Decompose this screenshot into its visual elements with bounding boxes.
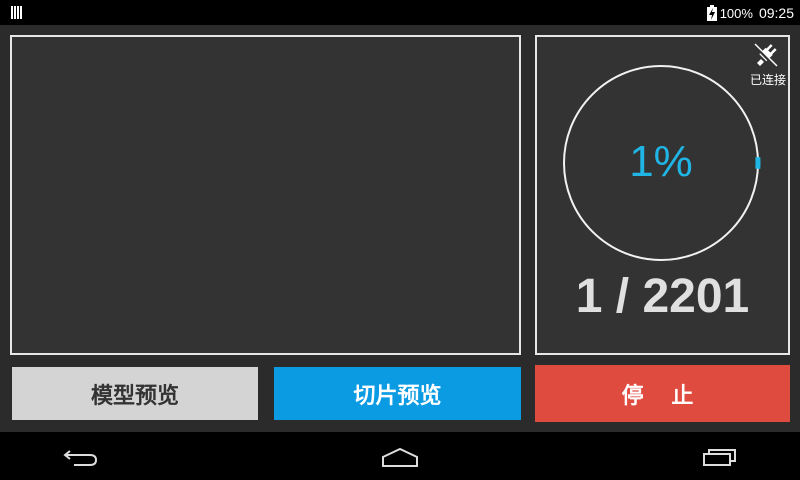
navigation-bar [0, 432, 800, 480]
back-icon [63, 450, 98, 466]
model-preview-button[interactable]: 模型预览 [12, 367, 258, 420]
signal-bars-icon [11, 6, 25, 19]
home-button[interactable] [380, 442, 420, 470]
home-icon [382, 447, 418, 467]
preview-panel [10, 35, 521, 355]
status-right: 100% 09:25 [706, 4, 794, 22]
recents-button[interactable] [700, 442, 740, 470]
stop-button[interactable]: 停 止 [535, 365, 790, 422]
slice-preview-button[interactable]: 切片预览 [274, 367, 521, 420]
battery-charging-icon [706, 5, 717, 21]
battery-percent: 100% [719, 5, 753, 21]
back-button[interactable] [60, 442, 100, 470]
progress-panel: 已连接 1% 1 / 2201 [535, 35, 790, 355]
main-area: 已连接 1% 1 / 2201 模型预览 切片预览 停 止 [0, 25, 800, 432]
status-bar: 100% 09:25 [0, 0, 800, 25]
layer-counter: 1 / 2201 [575, 270, 750, 323]
progress-percent: 1% [629, 137, 693, 186]
clock: 09:25 [758, 5, 794, 21]
recents-icon [703, 449, 736, 466]
